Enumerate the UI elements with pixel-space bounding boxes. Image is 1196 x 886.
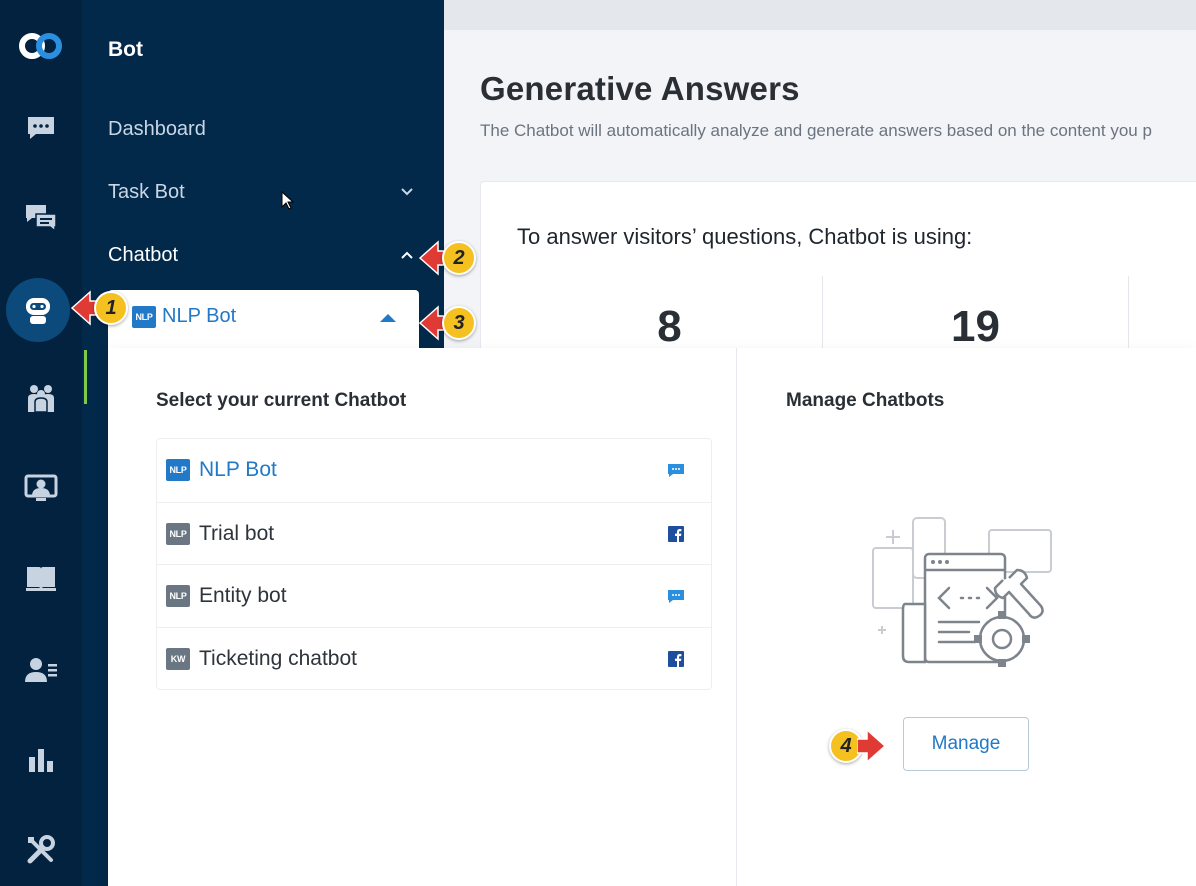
logo-icon[interactable] [0, 14, 82, 78]
chatbot-name: Trial bot [199, 521, 275, 545]
settings-tools-icon[interactable] [0, 818, 82, 882]
kw-badge-icon: KW [166, 647, 190, 670]
code-settings-illustration [872, 517, 1052, 667]
current-chatbot-label: NLP Bot [162, 305, 237, 327]
nlp-badge-icon: NLP [132, 306, 156, 328]
nlp-badge-icon: NLP [166, 585, 190, 607]
chatbot-selector[interactable]: NLP NLP Bot [108, 290, 419, 350]
select-chatbot-heading: Select your current Chatbot [156, 390, 407, 411]
list-item[interactable]: KW Ticketing chatbot [157, 626, 711, 690]
bot-icon[interactable] [6, 278, 70, 342]
list-item[interactable]: NLP NLP Bot [157, 439, 711, 502]
callout-4: 4 [829, 728, 887, 764]
caret-up-icon[interactable] [380, 314, 396, 322]
active-item-marker [84, 350, 87, 404]
chatbot-list: NLP NLP Bot NLP Trial bot NLP Entity bot… [156, 438, 712, 690]
messages-icon[interactable] [0, 186, 82, 250]
callout-number: 2 [442, 241, 476, 275]
contacts-icon[interactable] [0, 638, 82, 702]
sidebar-item-chatbot[interactable]: Chatbot [108, 244, 178, 267]
visitors-icon[interactable] [0, 366, 82, 430]
stat-value: 19 [951, 302, 1000, 351]
sidebar-item-task-bot[interactable]: Task Bot [108, 181, 185, 204]
nlp-badge-icon: NLP [166, 522, 190, 545]
chat-icon [668, 464, 684, 477]
callout-2: 2 [418, 240, 476, 276]
chevron-down-icon[interactable] [400, 185, 414, 199]
callout-number: 1 [94, 291, 128, 325]
top-bar [444, 0, 1196, 30]
facebook-icon [668, 650, 684, 667]
callout-1: 1 [70, 290, 128, 326]
chat-icon[interactable] [0, 96, 82, 160]
chatbot-dropdown-panel: Select your current Chatbot NLP NLP Bot … [108, 348, 1196, 886]
callout-number: 3 [442, 306, 476, 340]
chevron-up-icon[interactable] [400, 248, 414, 262]
agents-icon[interactable] [0, 456, 82, 520]
page-title: Generative Answers [480, 70, 800, 107]
reports-icon[interactable] [0, 728, 82, 792]
icon-rail [0, 0, 82, 886]
nlp-badge-icon: NLP [166, 459, 190, 481]
mouse-cursor-icon [281, 191, 295, 210]
manage-chatbots-heading: Manage Chatbots [786, 390, 945, 411]
knowledge-base-icon[interactable] [0, 546, 82, 610]
panel-divider [736, 348, 737, 886]
chatbot-name: Ticketing chatbot [199, 646, 357, 670]
list-item[interactable]: NLP Entity bot [157, 564, 711, 627]
stats-title: To answer visitors’ questions, Chatbot i… [517, 224, 973, 249]
manage-button[interactable]: Manage [903, 717, 1029, 771]
chatbot-name: NLP Bot [199, 458, 277, 481]
facebook-icon [668, 525, 684, 542]
list-item[interactable]: NLP Trial bot [157, 501, 711, 565]
sidebar-title: Bot [108, 38, 143, 61]
stat-value: 8 [657, 302, 682, 351]
callout-3: 3 [418, 305, 476, 341]
chatbot-name: Entity bot [199, 584, 287, 607]
page-subtitle: The Chatbot will automatically analyze a… [480, 121, 1152, 140]
chat-icon [668, 590, 684, 603]
red-arrow-icon [857, 728, 887, 764]
sidebar-item-dashboard[interactable]: Dashboard [108, 118, 206, 141]
